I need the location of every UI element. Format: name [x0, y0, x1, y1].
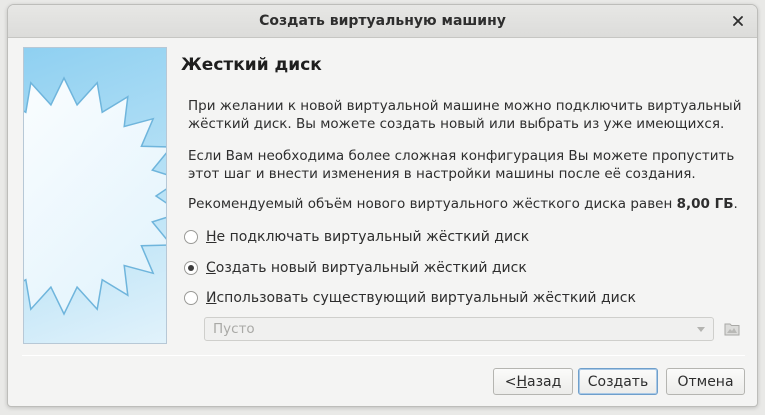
chevron-down-icon [697, 327, 705, 332]
cancel-button[interactable]: Отмена [666, 368, 745, 395]
create-button[interactable]: Создать [578, 368, 658, 395]
close-icon [733, 16, 743, 26]
recommended-size-suffix: . [733, 196, 738, 212]
back-button[interactable]: < Назад [493, 368, 573, 395]
radio-create-new-disk[interactable]: Создать новый виртуальный жёсткий диск [184, 258, 527, 278]
button-separator [22, 355, 745, 356]
radio-use-existing-disk[interactable]: Использовать существующий виртуальный жё… [184, 288, 636, 308]
description-paragraph-1: При желании к новой виртуальной машине м… [188, 98, 742, 132]
window-title: Создать виртуальную машину [259, 13, 506, 29]
recommended-size-text: Рекомендуемый объём нового виртуального … [188, 195, 748, 213]
radio-button-checked[interactable] [184, 261, 198, 275]
radio-button[interactable] [184, 291, 198, 305]
choose-disk-file-button[interactable] [721, 318, 743, 340]
existing-disk-selected-value: Пусто [213, 321, 255, 337]
folder-icon [724, 323, 740, 336]
description-paragraph-2: Если Вам необходима более сложная конфиг… [188, 148, 735, 182]
radio-label: Создать новый виртуальный жёсткий диск [206, 260, 527, 276]
recommended-size-prefix: Рекомендуемый объём нового виртуального … [188, 196, 677, 212]
recommended-size-value: 8,00 ГБ [676, 196, 734, 212]
radio-no-disk[interactable]: Не подключать виртуальный жёсткий диск [184, 227, 529, 247]
wizard-watermark-image [23, 47, 167, 344]
title-bar: Создать виртуальную машину [8, 5, 757, 38]
page-title: Жесткий диск [181, 55, 322, 75]
starburst-graphic [24, 76, 166, 316]
radio-button[interactable] [184, 230, 198, 244]
wizard-dialog: Создать виртуальную машину Жесткий диск … [7, 4, 758, 407]
radio-label: Не подключать виртуальный жёсткий диск [206, 229, 530, 245]
existing-disk-select[interactable]: Пусто [204, 317, 714, 341]
radio-label: Использовать существующий виртуальный жё… [206, 290, 636, 306]
close-button[interactable] [727, 10, 749, 32]
